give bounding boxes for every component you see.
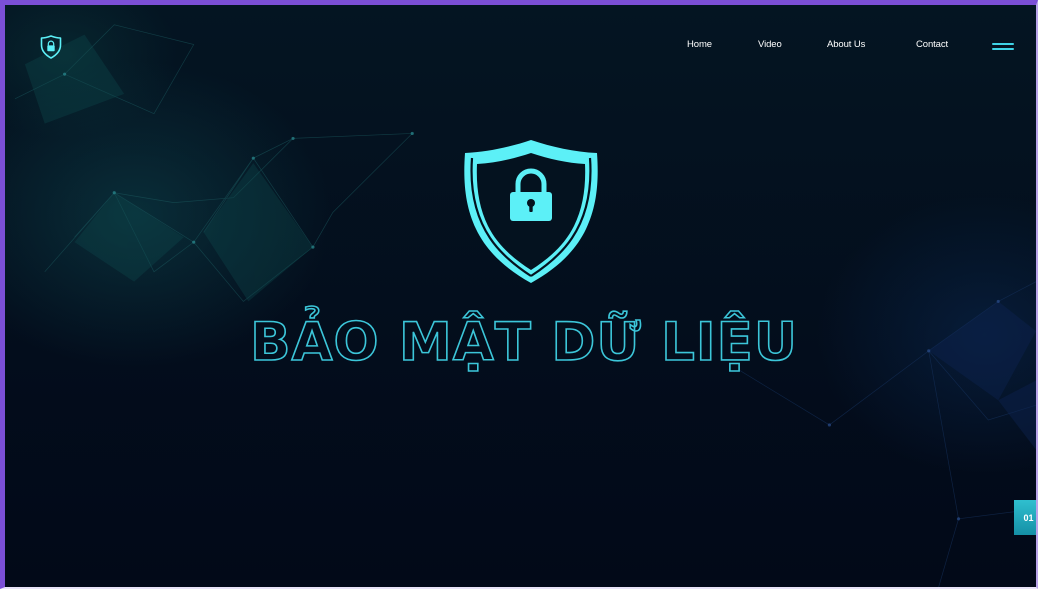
page-frame: Home Video About Us Contact BẢO MẬT DỮ L… [0, 0, 1038, 589]
nav-link-about-us[interactable]: About Us [827, 39, 865, 50]
menu-line-icon [992, 48, 1014, 50]
slide-number-badge[interactable]: 01 [1014, 500, 1036, 535]
nav-link-home[interactable]: Home [687, 39, 712, 50]
hero-section: Home Video About Us Contact BẢO MẬT DỮ L… [5, 5, 1036, 587]
menu-line-icon [992, 43, 1014, 45]
main-nav: Home Video About Us Contact [5, 39, 1036, 55]
shield-lock-icon [460, 136, 602, 286]
nav-link-contact[interactable]: Contact [916, 39, 948, 50]
hamburger-menu-button[interactable] [990, 42, 1016, 52]
nav-link-video[interactable]: Video [758, 39, 782, 50]
hero-title: BẢO MẬT DỮ LIỆU [249, 311, 798, 374]
network-background [14, 24, 1036, 587]
